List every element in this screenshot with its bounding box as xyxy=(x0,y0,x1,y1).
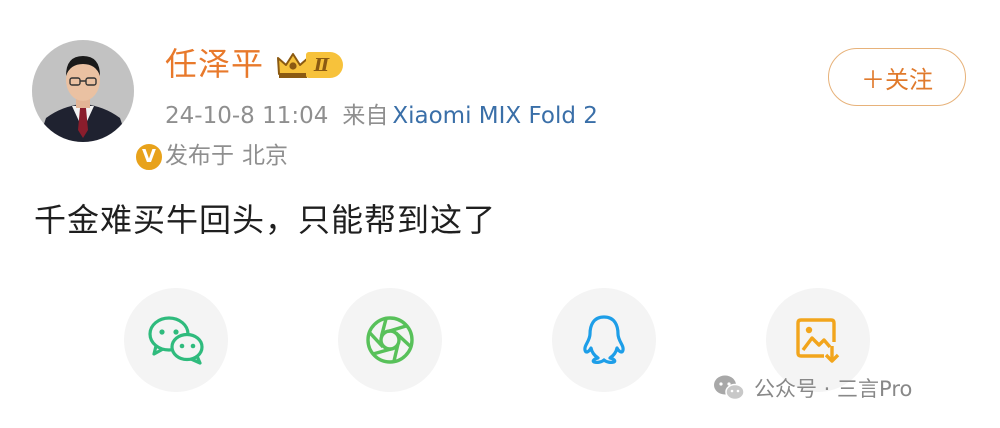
avatar[interactable]: V xyxy=(32,40,165,173)
share-moments-button[interactable] xyxy=(338,288,442,392)
post-body: 千金难买牛回头，只能帮到这了 xyxy=(34,201,497,239)
share-wechat-button[interactable] xyxy=(124,288,228,392)
watermark: 公众号 · 三言Pro xyxy=(712,372,912,404)
post-timestamp: 24-10-8 11:04 xyxy=(165,103,329,129)
post-location: 发布于 北京 xyxy=(165,140,288,172)
wechat-official-account-icon xyxy=(714,375,745,401)
verified-mark: V xyxy=(142,146,156,167)
share-qq-button[interactable] xyxy=(552,288,656,392)
device-link[interactable]: Xiaomi MIX Fold 2 xyxy=(392,103,598,129)
crown-icon xyxy=(277,53,309,78)
avatar-photo xyxy=(32,40,134,142)
follow-button[interactable]: ＋关注 xyxy=(828,48,966,106)
vip-badge[interactable]: Ⅱ xyxy=(276,50,344,80)
author-name[interactable]: 任泽平 xyxy=(165,44,264,84)
post-meta: 24-10-8 11:04 来自 Xiaomi MIX Fold 2 xyxy=(165,100,598,132)
wechat-icon xyxy=(148,316,204,365)
verified-badge: V xyxy=(133,141,165,173)
weibo-post-card: V 任泽平 Ⅱ ＋关注 24-10-8 11:04 来自 Xiaomi MIX Fo… xyxy=(0,0,1000,428)
qq-icon xyxy=(583,315,625,364)
source-prefix: 来自 xyxy=(342,103,389,129)
save-image-icon xyxy=(796,318,840,363)
moments-icon xyxy=(366,316,414,364)
location-prefix: 发布于 xyxy=(165,143,234,169)
watermark-text: 公众号 · 三言Pro xyxy=(754,377,913,401)
location-name: 北京 xyxy=(242,143,288,169)
vip-level: Ⅱ xyxy=(306,52,344,78)
